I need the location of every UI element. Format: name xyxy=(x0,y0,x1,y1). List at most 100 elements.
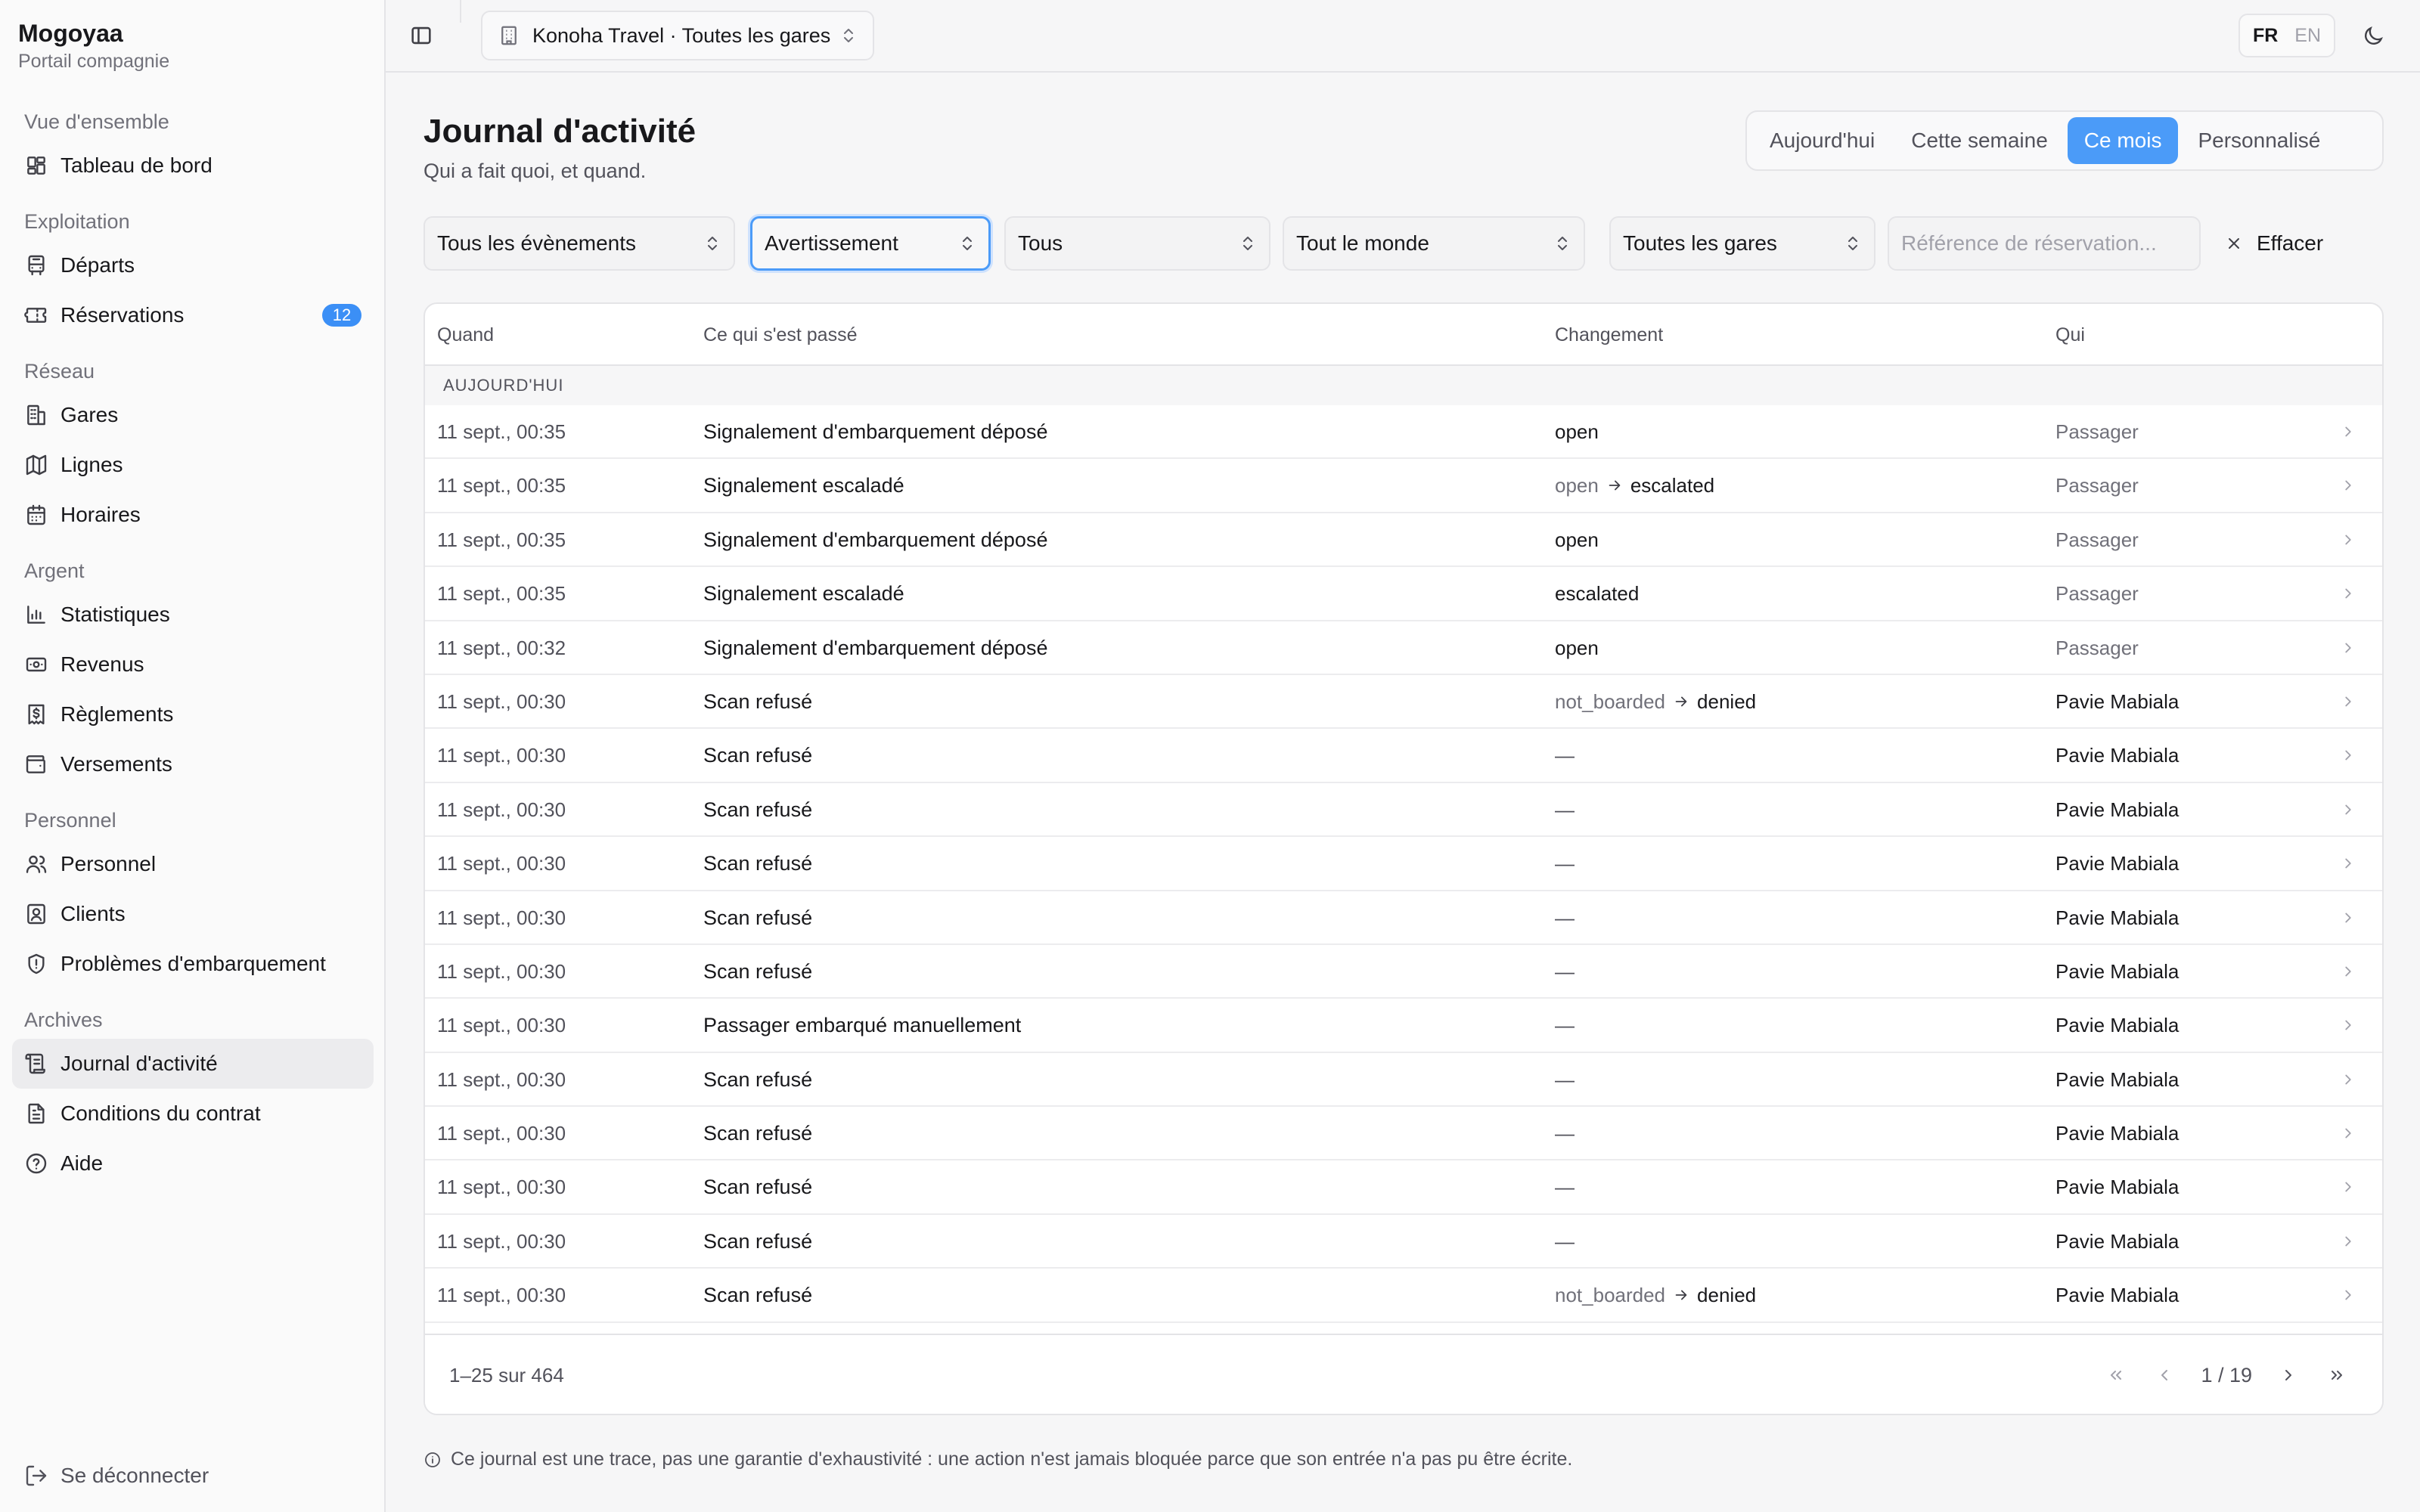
sidebar-item-journal-d-activite[interactable]: Journal d'activité xyxy=(12,1039,374,1089)
sidebar-toggle-icon xyxy=(411,26,431,45)
row-change: open xyxy=(1555,621,1599,674)
table-header: Quand Ce qui s'est passé Changement Qui xyxy=(425,304,2382,366)
chevron-right-icon xyxy=(2340,1053,2356,1106)
chevron-right-icon xyxy=(2340,837,2356,890)
period-personnalise[interactable]: Personnalisé xyxy=(2181,117,2337,164)
table-row[interactable]: 11 sept., 00:35 Signalement escaladé escal… xyxy=(425,567,2382,621)
sidebar-item-label: Problèmes d'embarquement xyxy=(60,952,326,975)
sidebar-item-label: Revenus xyxy=(60,652,144,676)
sidebar-item-clients[interactable]: Clients xyxy=(12,889,374,939)
row-when: 11 sept., 00:30 xyxy=(437,1176,566,1199)
row-what: Scan refusé xyxy=(703,906,813,929)
contact-icon xyxy=(24,902,48,926)
table-row[interactable]: 11 sept., 00:30 Scan refusé not_boarded den… xyxy=(425,675,2382,730)
sidebar-item-label: Tableau de bord xyxy=(60,153,213,177)
table-row[interactable]: 11 sept., 00:35 Signalement d'embarquemen… xyxy=(425,405,2382,460)
event-filter-select[interactable]: Tous les évènements xyxy=(424,216,735,271)
next-page-button[interactable] xyxy=(2273,1360,2304,1390)
sidebar-item-conditions-du-contrat[interactable]: Conditions du contrat xyxy=(12,1089,374,1139)
event-filter-value: Tous les évènements xyxy=(437,231,637,255)
table-row[interactable]: 11 sept., 00:30 Scan refusé — Pavie Mabiala xyxy=(425,783,2382,838)
row-when: 11 sept., 00:35 xyxy=(437,582,566,606)
period-cette-semaine[interactable]: Cette semaine xyxy=(1894,117,2065,164)
sidebar-item-reservations[interactable]: Réservations 12 xyxy=(12,290,374,340)
company-selector[interactable]: Konoha Travel · Toutes les gares xyxy=(481,11,874,60)
reservation-reference-input[interactable] xyxy=(1888,216,2201,271)
chevrons-left-icon xyxy=(2111,1371,2122,1380)
change-from: not_boarded xyxy=(1555,1284,1666,1307)
row-change: — xyxy=(1555,1053,1575,1106)
table-row[interactable]: 11 sept., 00:35 Signalement d'embarquemen… xyxy=(425,513,2382,568)
table-row[interactable]: 11 sept., 00:30 Scan refusé not_boarded den… xyxy=(425,1269,2382,1323)
sidebar-item-problemes-d-embarquement[interactable]: Problèmes d'embarquement xyxy=(12,939,374,989)
close-icon xyxy=(2225,234,2243,253)
chevron-right-icon xyxy=(2340,945,2356,998)
sidebar-item-personnel[interactable]: Personnel xyxy=(12,839,374,889)
first-page-button[interactable] xyxy=(2101,1360,2131,1390)
previous-page-button[interactable] xyxy=(2149,1360,2180,1390)
sidebar: Mogoyaa Portail compagnie Vue d'ensemble… xyxy=(0,0,386,1512)
lang-en-button[interactable]: EN xyxy=(2294,25,2321,47)
table-row[interactable]: 11 sept., 00:30 Scan refusé — Pavie Mabiala xyxy=(425,1107,2382,1161)
sidebar-item-revenus[interactable]: Revenus xyxy=(12,640,374,689)
page-indicator: 1 / 19 xyxy=(2201,1363,2252,1387)
row-change: open xyxy=(1555,405,1599,458)
sidebar-item-label: Lignes xyxy=(60,453,123,476)
station-filter-value: Toutes les gares xyxy=(1623,231,1777,255)
table-row[interactable]: 11 sept., 00:30 Passager embarqué manuell… xyxy=(425,999,2382,1053)
row-what: Scan refusé xyxy=(703,744,813,767)
ticket-icon xyxy=(24,303,48,327)
sidebar-item-tableau-de-bord[interactable]: Tableau de bord xyxy=(12,141,374,191)
period-ce-mois[interactable]: Ce mois xyxy=(2067,117,2179,164)
table-row[interactable]: 11 sept., 00:30 Scan refusé — Pavie Mabiala xyxy=(425,1160,2382,1215)
period-aujourd-hui[interactable]: Aujourd'hui xyxy=(1753,117,1891,164)
table-row[interactable]: 11 sept., 00:32 Signalement d'embarquemen… xyxy=(425,621,2382,675)
sidebar-item-aide[interactable]: Aide xyxy=(12,1139,374,1188)
sidebar-item-departs[interactable]: Départs xyxy=(12,240,374,290)
arrow-right-icon xyxy=(1673,1287,1689,1303)
chevrons-up-down-icon xyxy=(1844,234,1862,253)
sidebar-item-lignes[interactable]: Lignes xyxy=(12,440,374,490)
table-row[interactable]: 11 sept., 00:30 Scan refusé — Pavie Mabiala xyxy=(425,729,2382,783)
logout-label: Se déconnecter xyxy=(60,1464,209,1487)
chevrons-right-icon xyxy=(2332,1371,2342,1380)
table-row[interactable]: 11 sept., 00:35 Signalement escaladé open e… xyxy=(425,459,2382,513)
moon-icon xyxy=(2365,26,2383,45)
sidebar-item-gares[interactable]: Gares xyxy=(12,390,374,440)
clear-filters-label: Effacer xyxy=(2257,231,2324,255)
table-row[interactable]: 11 sept., 00:30 Scan refusé — Pavie Mabiala xyxy=(425,891,2382,945)
lang-fr-button[interactable]: FR xyxy=(2253,25,2278,47)
table-row[interactable]: 11 sept., 00:30 Scan refusé — Pavie Mabiala xyxy=(425,837,2382,891)
sidebar-item-label: Journal d'activité xyxy=(60,1052,218,1075)
topbar-divider xyxy=(460,0,461,23)
sidebar-item-statistiques[interactable]: Statistiques xyxy=(12,590,374,640)
row-who: Pavie Mabiala xyxy=(2055,1176,2180,1199)
severity-filter-select[interactable]: Avertissement xyxy=(750,216,991,271)
clear-filters-button[interactable]: Effacer xyxy=(2225,216,2323,271)
row-change: not_boarded denied xyxy=(1555,675,1756,728)
station-filter-select[interactable]: Toutes les gares xyxy=(1609,216,1876,271)
arrow-right-icon xyxy=(1606,477,1623,494)
row-when: 11 sept., 00:30 xyxy=(437,1014,566,1037)
nav-group-exploitation: Exploitation Départs Réservations 12 xyxy=(12,203,374,340)
chevron-right-icon xyxy=(2340,891,2356,944)
chevron-right-icon xyxy=(2340,459,2356,512)
sidebar-item-reglements[interactable]: Règlements xyxy=(12,689,374,739)
actor-filter-select[interactable]: Tout le monde xyxy=(1283,216,1585,271)
change-empty: — xyxy=(1555,1176,1575,1199)
date-group-header: AUJOURD'HUI xyxy=(425,366,2382,405)
table-row[interactable]: 11 sept., 00:30 Scan refusé — Pavie Mabiala xyxy=(425,1215,2382,1269)
logout-button[interactable]: Se déconnecter xyxy=(24,1453,209,1498)
row-when: 11 sept., 00:35 xyxy=(437,528,566,551)
sidebar-toggle-button[interactable] xyxy=(408,23,434,48)
sidebar-item-versements[interactable]: Versements xyxy=(12,739,374,789)
chevron-right-icon xyxy=(2340,1269,2356,1321)
sidebar-item-horaires[interactable]: Horaires xyxy=(12,490,374,540)
nav-group-argent: Argent Statistiques Revenus Règlements Verse… xyxy=(12,552,374,789)
theme-toggle-button[interactable] xyxy=(2361,24,2385,48)
status-filter-select[interactable]: Tous xyxy=(1004,216,1270,271)
table-row[interactable]: 11 sept., 00:30 Scan refusé — Pavie Mabiala xyxy=(425,945,2382,999)
last-page-button[interactable] xyxy=(2322,1360,2352,1390)
nav-group-archives: Archives Journal d'activité Conditions du … xyxy=(12,1001,374,1188)
table-row[interactable]: 11 sept., 00:30 Scan refusé — Pavie Mabiala xyxy=(425,1053,2382,1108)
